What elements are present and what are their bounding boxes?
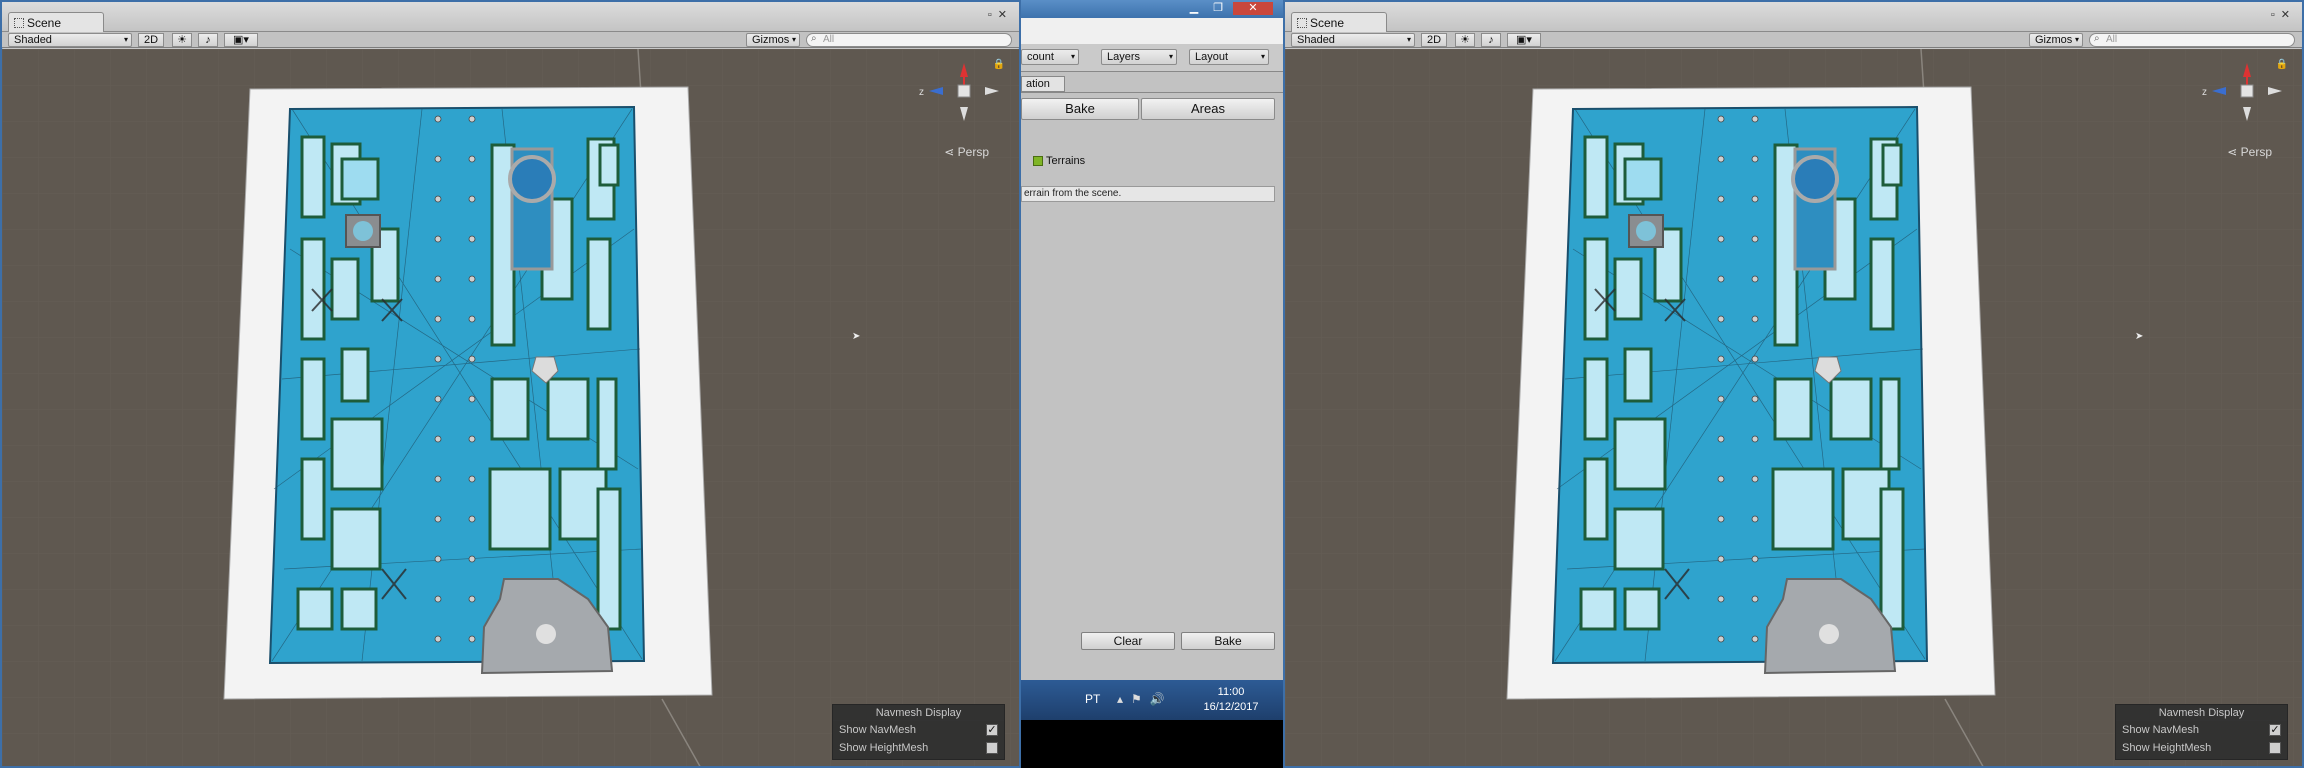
- window-controls[interactable]: ▫✕: [988, 8, 1013, 21]
- tab-divider: [1021, 92, 1283, 93]
- audio-toggle-icon[interactable]: ♪: [198, 33, 218, 47]
- chevron-down-icon: ▾: [2074, 35, 2079, 44]
- clear-button[interactable]: Clear: [1081, 632, 1175, 650]
- window-controls[interactable]: ▫✕: [2271, 8, 2296, 21]
- navigation-window: ▁ ❐ ✕ count ▾ Layers ▾ Layout ▾ ation Bake …: [1021, 0, 1283, 768]
- scene-icon: [14, 18, 24, 28]
- projection-label[interactable]: ⋖ Persp: [2227, 145, 2272, 159]
- scene-viewport[interactable]: 🔒 z ⋖ Persp ➤ Navmesh Display Show NavMe…: [2, 49, 1019, 768]
- menu-strip: [1021, 18, 1283, 44]
- scene-tab[interactable]: Scene: [1291, 12, 1387, 32]
- 2d-toggle-button[interactable]: 2D: [138, 33, 164, 47]
- lighting-toggle-icon[interactable]: ☀: [172, 33, 192, 47]
- 2d-toggle-button[interactable]: 2D: [1421, 33, 1447, 47]
- navmesh-panel-title: Navmesh Display: [833, 705, 1004, 721]
- gizmos-dropdown[interactable]: Gizmos ▾: [2029, 33, 2083, 47]
- restore-icon[interactable]: ❐: [1207, 2, 1229, 15]
- show-navmesh-checkbox[interactable]: ✓: [986, 724, 998, 736]
- effects-dropdown-icon[interactable]: ▣▾: [224, 33, 258, 47]
- show-navmesh-checkbox[interactable]: ✓: [2269, 724, 2281, 736]
- show-heightmesh-row[interactable]: Show HeightMesh: [2116, 739, 2287, 757]
- close-icon[interactable]: ✕: [1233, 2, 1273, 15]
- mouse-cursor-icon: ➤: [2135, 331, 2144, 342]
- system-clock[interactable]: 11:00 16/12/2017: [1191, 685, 1271, 715]
- tab-bake[interactable]: Bake: [1021, 98, 1139, 120]
- navmesh-scene-render[interactable]: [2, 49, 1019, 768]
- language-indicator[interactable]: PT: [1085, 692, 1100, 706]
- orientation-gizmo-icon[interactable]: z: [919, 61, 1009, 131]
- chevron-down-icon: ▾: [1260, 52, 1265, 61]
- audio-toggle-icon[interactable]: ♪: [1481, 33, 1501, 47]
- editor-toolbar: count ▾ Layers ▾ Layout ▾: [1021, 44, 1283, 72]
- projection-label[interactable]: ⋖ Persp: [944, 145, 989, 159]
- window-title-bar: ▁ ❐ ✕: [1021, 0, 1283, 18]
- search-icon: ⌕: [2094, 33, 2100, 44]
- scene-tabstrip: Scene ▫✕: [1285, 2, 2302, 32]
- tray-icons[interactable]: ▴⚑🔊: [1117, 692, 1173, 706]
- terrains-object[interactable]: Terrains: [1033, 155, 1085, 167]
- tab-areas[interactable]: Areas: [1141, 98, 1275, 120]
- scene-window-right: Scene ▫✕ Shaded ▾ 2D ☀ ♪ ▣▾ Gizmos ▾ ⌕ All: [1283, 0, 2304, 768]
- chevron-down-icon: ▾: [1168, 52, 1173, 61]
- axis-z-label: z: [919, 87, 924, 98]
- shading-dropdown[interactable]: Shaded ▾: [1291, 33, 1415, 47]
- tab-navigation[interactable]: ation: [1021, 76, 1065, 92]
- show-heightmesh-checkbox[interactable]: [986, 742, 998, 754]
- show-heightmesh-checkbox[interactable]: [2269, 742, 2281, 754]
- scene-toolbar: Shaded ▾ 2D ☀ ♪ ▣▾ Gizmos ▾ ⌕ All: [1285, 32, 2302, 48]
- navmesh-panel-title: Navmesh Display: [2116, 705, 2287, 721]
- system-taskbar: PT ▴⚑🔊 11:00 16/12/2017: [1021, 680, 1283, 720]
- chevron-down-icon: ▾: [123, 35, 128, 44]
- chevron-down-icon: ▾: [791, 35, 796, 44]
- help-hint-box: errain from the scene.: [1021, 186, 1275, 202]
- show-navmesh-row[interactable]: Show NavMesh ✓: [2116, 721, 2287, 739]
- screen-bottom-edge: [1021, 720, 1283, 768]
- scene-icon: [1297, 18, 1307, 28]
- navmesh-display-panel: Navmesh Display Show NavMesh ✓ Show Heigh…: [2115, 704, 2288, 760]
- scene-toolbar: Shaded ▾ 2D ☀ ♪ ▣▾ Gizmos ▾ ⌕ All: [2, 32, 1019, 48]
- mouse-cursor-icon: ➤: [852, 331, 861, 342]
- navmesh-scene-render[interactable]: [1285, 49, 2302, 768]
- layers-dropdown[interactable]: Layers ▾: [1101, 49, 1177, 65]
- chevron-down-icon: ▾: [1070, 52, 1075, 61]
- account-dropdown[interactable]: count ▾: [1021, 49, 1079, 65]
- show-heightmesh-row[interactable]: Show HeightMesh: [833, 739, 1004, 757]
- show-navmesh-row[interactable]: Show NavMesh ✓: [833, 721, 1004, 739]
- bake-button[interactable]: Bake: [1181, 632, 1275, 650]
- hierarchy-search-input[interactable]: ⌕ All: [2089, 33, 2295, 47]
- scene-tab[interactable]: Scene: [8, 12, 104, 32]
- navmesh-display-panel: Navmesh Display Show NavMesh ✓ Show Heigh…: [832, 704, 1005, 760]
- effects-dropdown-icon[interactable]: ▣▾: [1507, 33, 1541, 47]
- axis-z-label: z: [2202, 87, 2207, 98]
- terrain-cube-icon: [1033, 156, 1043, 167]
- scene-tabstrip: Scene ▫✕: [2, 2, 1019, 32]
- lighting-toggle-icon[interactable]: ☀: [1455, 33, 1475, 47]
- scene-window-left: Scene ▫✕ Shaded ▾ 2D ☀ ♪ ▣▾ Gizmos ▾ ⌕ All: [0, 0, 1021, 768]
- shading-dropdown[interactable]: Shaded ▾: [8, 33, 132, 47]
- hierarchy-search-input[interactable]: ⌕ All: [806, 33, 1012, 47]
- scene-viewport[interactable]: 🔒 z ⋖ Persp ➤ Navmesh Display Show NavMe…: [1285, 49, 2302, 768]
- orientation-gizmo-icon[interactable]: z: [2202, 61, 2292, 131]
- minimize-icon[interactable]: ▁: [1183, 2, 1205, 15]
- chevron-down-icon: ▾: [1406, 35, 1411, 44]
- search-icon: ⌕: [811, 33, 817, 44]
- layout-dropdown[interactable]: Layout ▾: [1189, 49, 1269, 65]
- gizmos-dropdown[interactable]: Gizmos ▾: [746, 33, 800, 47]
